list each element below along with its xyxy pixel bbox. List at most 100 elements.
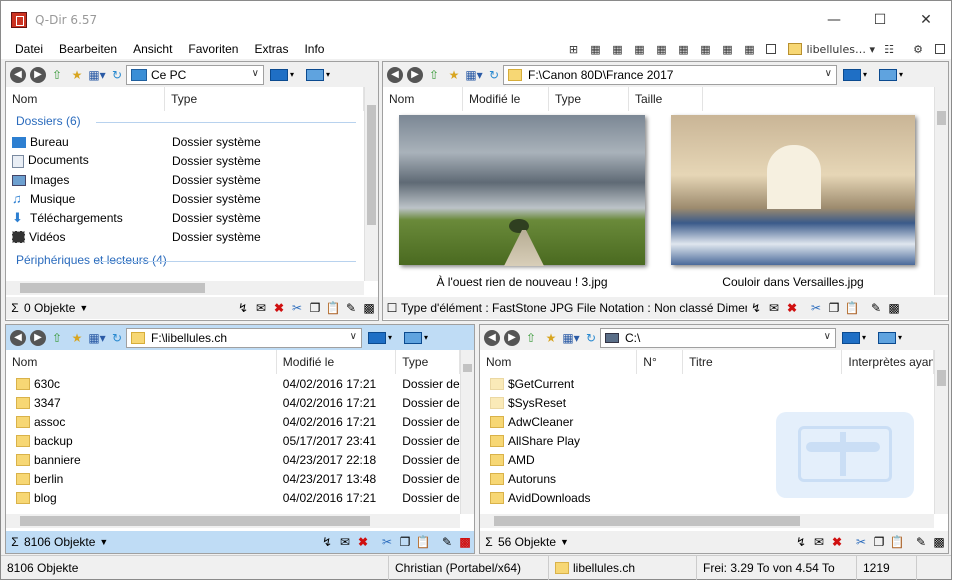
chevron-down-icon[interactable]: ∨ (824, 331, 831, 342)
list-item[interactable]: $GetCurrent (480, 374, 934, 393)
network-icon[interactable]: ☷ (881, 42, 897, 56)
properties-icon[interactable]: ▩ (456, 535, 474, 549)
paste-icon[interactable]: 📋 (888, 535, 906, 549)
rename-icon[interactable]: ✎ (342, 301, 360, 315)
list-item[interactable]: Vidéos Dossier système (6, 227, 364, 246)
list-item[interactable]: banniere 04/23/2017 22:18 Dossier de (6, 450, 460, 469)
col-numero[interactable]: N° (637, 350, 684, 374)
col-modifie[interactable]: Modifié le (277, 350, 397, 374)
email-icon[interactable]: ✉ (252, 301, 270, 315)
col-type[interactable]: Type (549, 87, 629, 111)
vertical-scrollbar[interactable] (364, 87, 378, 281)
properties-icon[interactable]: ▩ (360, 301, 378, 315)
copy-icon[interactable]: ❐ (396, 535, 414, 549)
vertical-scrollbar[interactable] (460, 350, 474, 514)
cut-icon[interactable]: ✂ (288, 301, 306, 315)
list-item[interactable]: blog 04/02/2016 17:21 Dossier de (6, 488, 460, 507)
list-item[interactable]: Documents Dossier système (6, 151, 364, 170)
back-icon[interactable]: ◀ (387, 66, 403, 83)
menu-info[interactable]: Info (296, 42, 332, 56)
cut-icon[interactable]: ✂ (852, 535, 870, 549)
list-item[interactable]: $SysReset (480, 393, 934, 412)
screen-button[interactable]: ▾ (879, 67, 909, 83)
window-toggle-icon[interactable] (932, 42, 948, 56)
back-icon[interactable]: ◀ (10, 66, 26, 83)
layout-6-icon[interactable]: ▦ (697, 42, 713, 56)
rename-icon[interactable]: ✎ (912, 535, 930, 549)
new-folder-icon[interactable]: ★ (445, 67, 463, 83)
list-item[interactable]: ⬇ Téléchargements Dossier système (6, 208, 364, 227)
layout-7-icon[interactable]: ▦ (719, 42, 735, 56)
view-icon[interactable]: ▦▾ (88, 330, 106, 346)
view-icon[interactable]: ▦▾ (88, 67, 106, 83)
address-bar[interactable]: F:\Canon 80D\France 2017 ∨ (503, 64, 837, 85)
properties-icon[interactable]: ▩ (930, 535, 948, 549)
close-button[interactable]: ✕ (903, 1, 949, 39)
back-icon[interactable]: ◀ (484, 329, 500, 346)
refresh-icon[interactable]: ↻ (485, 67, 503, 83)
menu-ansicht[interactable]: Ansicht (125, 42, 180, 56)
list-item[interactable]: ♫ Musique Dossier système (6, 189, 364, 208)
address-bar[interactable]: F:\libellules.ch ∨ (126, 327, 362, 348)
paste-icon[interactable]: 📋 (324, 301, 342, 315)
address-bar[interactable]: C:\ ∨ (600, 327, 836, 348)
group-header[interactable]: Périphériques et lecteurs (4) (6, 250, 364, 271)
vertical-scrollbar[interactable] (934, 350, 948, 514)
delete-icon[interactable]: ✖ (828, 535, 846, 549)
screen-button[interactable]: ▾ (306, 67, 336, 83)
col-type[interactable]: Type (396, 350, 460, 374)
paste-icon[interactable]: 📋 (843, 301, 861, 315)
layout-quad-icon[interactable]: ⊞ (565, 42, 581, 56)
layout-1-icon[interactable]: ▦ (587, 42, 603, 56)
view-icon[interactable]: ▦▾ (465, 67, 483, 83)
menu-extras[interactable]: Extras (246, 42, 296, 56)
col-nom[interactable]: Nom (383, 87, 463, 111)
forward-icon[interactable]: ▶ (407, 66, 423, 83)
screen-button[interactable]: ▾ (404, 330, 434, 346)
rename-icon[interactable]: ✎ (438, 535, 456, 549)
horizontal-scrollbar[interactable] (6, 514, 460, 528)
up-folder-icon[interactable]: ⇧ (48, 67, 66, 83)
status-text[interactable]: 56 Objekte (498, 535, 556, 549)
copy-icon[interactable]: ❐ (306, 301, 324, 315)
col-nom[interactable]: Nom (6, 87, 166, 111)
col-taille[interactable]: Taille (629, 87, 703, 111)
horizontal-scrollbar[interactable] (6, 281, 364, 295)
minimize-button[interactable]: — (811, 1, 857, 39)
view-icon[interactable]: ▦▾ (562, 330, 580, 346)
image-caption[interactable]: Couloir dans Versailles.jpg (671, 275, 915, 289)
col-nom[interactable]: Nom (480, 350, 638, 374)
delete-icon[interactable]: ✖ (270, 301, 288, 315)
list-item[interactable]: 630c 04/02/2016 17:21 Dossier de (6, 374, 460, 393)
view-mode-button[interactable]: ▾ (270, 67, 300, 83)
list-item[interactable]: 3347 04/02/2016 17:21 Dossier de (6, 393, 460, 412)
layout-2-icon[interactable]: ▦ (609, 42, 625, 56)
layout-4-icon[interactable]: ▦ (653, 42, 669, 56)
refresh-icon[interactable]: ↻ (582, 330, 600, 346)
landscape-thumbnail[interactable] (399, 115, 645, 266)
lightning-icon[interactable]: ↯ (747, 301, 765, 315)
view-mode-button[interactable]: ▾ (368, 330, 398, 346)
layout-3-icon[interactable]: ▦ (631, 42, 647, 56)
group-header[interactable]: Dossiers (6) (6, 111, 364, 132)
new-folder-icon[interactable]: ★ (68, 330, 86, 346)
col-interpretes[interactable]: Interprètes ayan (842, 350, 934, 374)
view-mode-button[interactable]: ▾ (842, 330, 872, 346)
cut-icon[interactable]: ✂ (378, 535, 396, 549)
screen-button[interactable]: ▾ (878, 330, 908, 346)
forward-icon[interactable]: ▶ (30, 329, 46, 346)
new-folder-icon[interactable]: ★ (542, 330, 560, 346)
menu-favoriten[interactable]: Favoriten (180, 42, 246, 56)
email-icon[interactable]: ✉ (336, 535, 354, 549)
col-modifie[interactable]: Modifié le (463, 87, 549, 111)
horizontal-scrollbar[interactable] (480, 514, 934, 528)
up-folder-icon[interactable]: ⇧ (48, 330, 66, 346)
list-item[interactable]: backup 05/17/2017 23:41 Dossier de (6, 431, 460, 450)
copy-icon[interactable]: ❐ (825, 301, 843, 315)
col-type[interactable]: Type (165, 87, 364, 111)
properties-icon[interactable]: ▩ (885, 301, 903, 315)
refresh-icon[interactable]: ↻ (108, 67, 126, 83)
tools-icon[interactable]: ⚙ (910, 42, 926, 56)
layout-8-icon[interactable]: ▦ (741, 42, 757, 56)
corridor-thumbnail[interactable] (671, 115, 915, 265)
